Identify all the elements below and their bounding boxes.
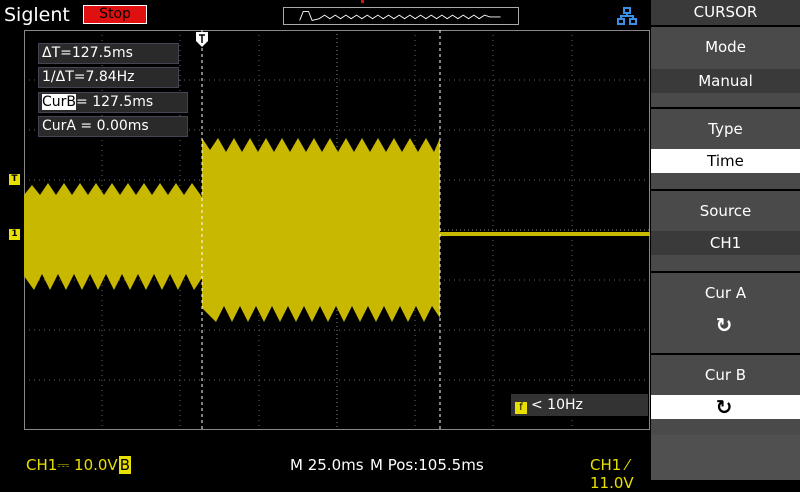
menu-cur-a[interactable]: Cur A ↻ <box>651 271 800 353</box>
type-label: Type <box>708 120 743 138</box>
trigger-frequency-readout: f < 10Hz <box>511 394 648 416</box>
cursor-a-readout: CurA = 0.00ms <box>38 116 188 137</box>
waveform-display[interactable] <box>24 30 650 430</box>
trigger-setting-readout[interactable]: CH1 ⁄ 11.0V <box>590 456 650 492</box>
trigger-frequency-text: < 10Hz <box>531 397 583 413</box>
menu-cur-b[interactable]: Cur B ↻ <box>651 353 800 435</box>
rotate-knob-icon: ↻ <box>715 395 733 419</box>
horizontal-position-readout[interactable]: M Pos:105.5ms <box>370 456 484 474</box>
status-bar: CH1⎓ 10.0V B M 25.0ms M Pos:105.5ms CH1 ⁄… <box>0 450 650 492</box>
timebase-readout[interactable]: M 25.0ms <box>290 456 364 474</box>
network-icon <box>617 7 637 25</box>
ch1-scale-info[interactable]: CH1⎓ 10.0V B <box>26 456 131 474</box>
top-bar: Siglent Stop <box>0 0 650 30</box>
cur-b-label: Cur B <box>704 366 747 384</box>
trigger-frequency-icon: f <box>515 402 527 414</box>
source-label: Source <box>699 202 752 220</box>
menu-source[interactable]: Source ◀ CH1 <box>651 189 800 271</box>
ch1-waveform <box>24 138 440 322</box>
cursor-b-label: CurB <box>42 94 77 110</box>
mode-label: Mode <box>705 38 746 56</box>
menu-title: CURSOR <box>651 0 800 25</box>
mode-value[interactable]: Manual <box>651 69 800 93</box>
type-value[interactable]: Time <box>651 149 800 173</box>
trigger-level-marker[interactable]: T <box>9 174 20 185</box>
source-value[interactable]: CH1 <box>651 231 800 255</box>
run-stop-indicator[interactable]: Stop <box>83 5 147 24</box>
rotate-knob-icon: ↻ <box>715 313 733 337</box>
menu-type[interactable]: Type Time <box>651 107 800 189</box>
cur-a-label: Cur A <box>704 284 747 302</box>
inverse-delta-t-readout: 1/ΔT=7.84Hz <box>38 67 179 88</box>
cursor-b-readout: CurB= 127.5ms <box>38 92 188 113</box>
ch1-scale: CH1⎓ 10.0V <box>26 456 118 474</box>
cursor-b-value: = 127.5ms <box>76 94 154 110</box>
trigger-position-marker <box>361 0 364 3</box>
delta-t-readout: ΔT=127.5ms <box>38 43 179 64</box>
bandwidth-limit-flag: B <box>118 456 131 474</box>
cursor-menu: CURSOR Mode ◀ Manual Type Time Source ◀ … <box>651 0 800 480</box>
brand-label: Siglent <box>4 4 70 26</box>
ch1-offset-marker[interactable]: 1 <box>9 229 20 240</box>
memory-overview-bar <box>283 7 519 25</box>
menu-mode[interactable]: Mode ◀ Manual <box>651 25 800 107</box>
trigger-time-marker <box>196 32 208 47</box>
